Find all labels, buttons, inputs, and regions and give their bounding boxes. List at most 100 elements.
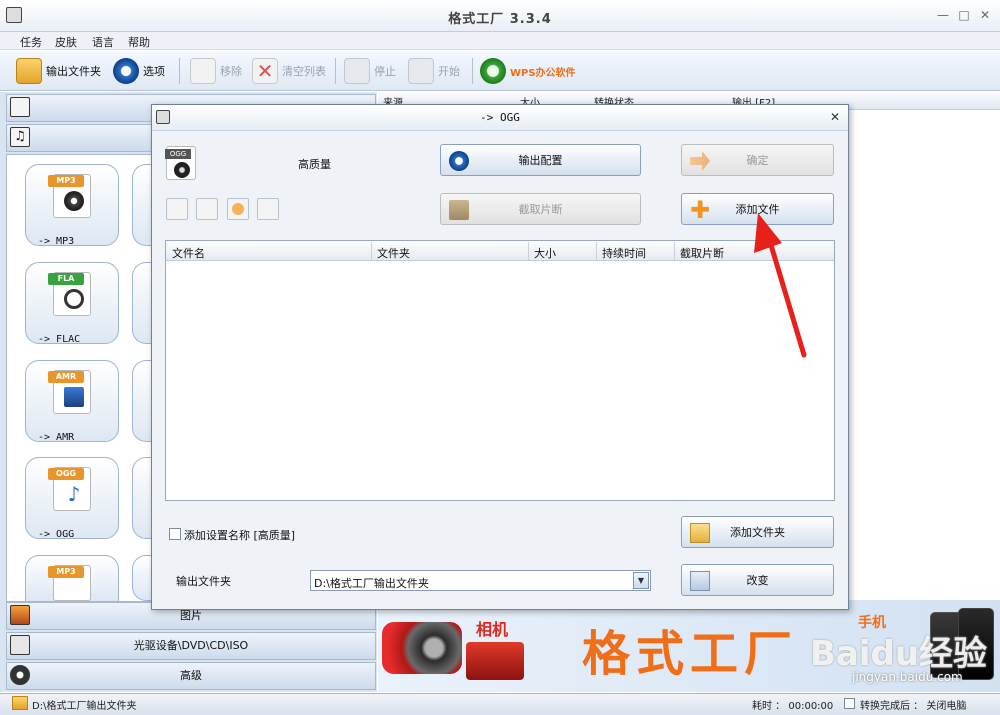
start-button[interactable]: 开始: [408, 56, 460, 86]
add-setting-name-checkbox[interactable]: [169, 528, 181, 540]
output-folder-select[interactable]: D:\格式工厂输出文件夹: [310, 570, 651, 591]
wps-search-icon: [480, 58, 506, 84]
toolbar-separator: [472, 58, 473, 84]
category-advanced-label: 高级: [180, 669, 202, 682]
arrow-shaft: [765, 232, 807, 358]
options-button[interactable]: 选项: [113, 56, 165, 86]
change-label: 改变: [746, 574, 769, 587]
format-mp3-label: -> MP3: [38, 236, 75, 247]
film-clip-icon: [449, 200, 469, 220]
folder-add-icon: [690, 523, 710, 543]
clip-label: 截取片断: [518, 203, 563, 216]
remove-icon: [190, 58, 216, 84]
format-amr-label: -> AMR: [38, 432, 75, 443]
menu-task[interactable]: 任务: [20, 34, 42, 50]
file-table[interactable]: [165, 240, 835, 501]
format-amr-button[interactable]: AMR: [25, 360, 119, 442]
mini-play-button[interactable]: [227, 198, 249, 220]
dialog-close-icon[interactable]: ✕: [830, 110, 840, 124]
arrow-right-icon: [690, 151, 710, 171]
status-output-path: D:\格式工厂输出文件夹: [32, 701, 137, 712]
mini-remove-button[interactable]: [166, 198, 188, 220]
output-config-button[interactable]: 输出配置: [440, 144, 641, 176]
category-optical[interactable]: 光驱设备\DVD\CD\ISO: [6, 632, 376, 660]
mini-info-button[interactable]: [257, 198, 279, 220]
format-ogg-label: -> OGG: [38, 529, 75, 540]
remove-label: 移除: [220, 65, 242, 78]
col-file-size[interactable]: 大小: [534, 245, 556, 261]
plus-icon: ✚: [690, 196, 711, 224]
app-icon[interactable]: [6, 7, 22, 23]
maximize-icon[interactable]: □: [957, 8, 971, 22]
format-ogg-button[interactable]: OGG ♪: [25, 457, 119, 539]
format-mp3-button[interactable]: MP3: [25, 164, 119, 246]
col-file-name[interactable]: 文件名: [172, 245, 205, 261]
add-folder-label: 添加文件夹: [730, 526, 785, 539]
quality-label: 高质量: [298, 158, 331, 171]
clear-x-icon: ✕: [252, 58, 278, 84]
col-duration[interactable]: 持续时间: [602, 245, 646, 261]
device-icon: [64, 387, 84, 407]
clip-button[interactable]: 截取片断: [440, 193, 641, 225]
chevron-down-icon[interactable]: ▼: [633, 572, 649, 589]
ok-button[interactable]: 确定: [681, 144, 834, 176]
mini-clear-button[interactable]: [196, 198, 218, 220]
remove-button[interactable]: 移除: [190, 56, 242, 86]
advanced-gear-icon: [10, 665, 30, 685]
output-config-label: 输出配置: [518, 154, 563, 167]
status-elapsed: 耗时 ： 00:00:00: [752, 701, 834, 712]
options-label: 选项: [143, 65, 165, 78]
mp3-file-icon: MP3: [48, 565, 91, 601]
stop-label: 停止: [374, 65, 396, 78]
stop-button[interactable]: 停止: [344, 56, 396, 86]
menu-skin[interactable]: 皮肤: [55, 34, 77, 50]
add-folder-button[interactable]: 添加文件夹: [681, 516, 834, 548]
folder-icon: [16, 58, 42, 84]
amr-file-icon: AMR: [48, 370, 91, 414]
status-after-done[interactable]: 转换完成后 ： 关闭电脑: [860, 697, 966, 712]
dialog-title: -> OGG: [480, 111, 520, 124]
gear-icon: [449, 151, 469, 171]
mp3-file-icon: MP3: [48, 174, 91, 218]
arrow-head: [754, 213, 782, 253]
picture-icon: [10, 605, 30, 625]
output-folder-button[interactable]: 输出文件夹: [16, 56, 101, 86]
change-button[interactable]: 改变: [681, 564, 834, 596]
toolbar-separator: [335, 58, 336, 84]
camcorder-icon: [382, 622, 462, 674]
category-pictures-label: 图片: [180, 609, 202, 622]
col-clip[interactable]: 截取片断: [680, 245, 724, 261]
clear-list-button[interactable]: ✕ 清空列表: [252, 56, 326, 86]
format-mp3-2-button[interactable]: MP3: [25, 555, 119, 601]
shutdown-checkbox[interactable]: [844, 698, 855, 709]
column-divider[interactable]: [674, 242, 675, 260]
flac-file-icon: FLA: [48, 272, 91, 316]
menu-language[interactable]: 语言: [92, 34, 114, 50]
column-divider[interactable]: [528, 242, 529, 260]
wps-button[interactable]: WPS办公软件: [480, 56, 576, 86]
folder-change-icon: [690, 571, 710, 591]
add-setting-name-label[interactable]: 添加设置名称 [高质量]: [184, 527, 295, 543]
gear-icon: [113, 58, 139, 84]
ogg-format-tag: OGG: [165, 149, 191, 159]
close-icon[interactable]: ✕: [978, 8, 992, 22]
output-folder-label: 输出文件夹: [176, 575, 231, 588]
col-folder[interactable]: 文件夹: [377, 245, 410, 261]
menu-help[interactable]: 帮助: [128, 34, 150, 50]
column-divider[interactable]: [371, 242, 372, 260]
minimize-icon[interactable]: —: [936, 8, 950, 22]
stop-icon: [344, 58, 370, 84]
window-title: 格式工厂 3.3.4: [448, 12, 552, 27]
start-label: 开始: [438, 65, 460, 78]
column-divider[interactable]: [596, 242, 597, 260]
ok-label: 确定: [746, 154, 769, 167]
menubar: [0, 32, 1000, 50]
toolbar-separator: [179, 58, 180, 84]
status-folder-icon[interactable]: [12, 696, 28, 710]
watermark-url: jingyan.baidu.com: [852, 670, 963, 684]
category-advanced[interactable]: 高级: [6, 662, 376, 690]
banner-brand-text: 格式工厂: [582, 626, 799, 682]
annotation-arrow: [754, 213, 807, 358]
format-flac-button[interactable]: FLA: [25, 262, 119, 344]
watermark-text: Baidu经验: [810, 634, 988, 674]
